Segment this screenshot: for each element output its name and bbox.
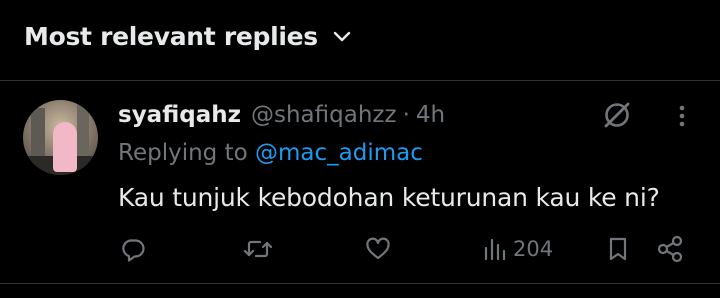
bookmark-button[interactable] [605,232,631,266]
sort-label: Most relevant replies [24,21,318,51]
like-button[interactable] [364,232,392,266]
replying-prefix: Replying to [118,140,248,166]
avatar[interactable] [23,100,98,175]
views-button[interactable]: 204 [483,232,553,266]
share-button[interactable] [655,232,685,266]
replying-to-line: Replying to @mac_adimac [118,140,423,166]
retweet-button[interactable] [243,232,273,266]
views-count: 204 [513,237,554,261]
timestamp[interactable]: 4h [416,102,445,128]
views-chart-icon [484,238,506,261]
reply-icon [122,239,145,262]
chevron-down-icon [333,31,351,42]
display-name[interactable]: syafiqahz [118,102,241,128]
more-vertical-icon[interactable] [668,102,696,130]
reply-text: Kau tunjuk kebodohan keturunan kau ke ni… [118,183,660,212]
reply-meta: syafiqahz @shafiqahzz · 4h [118,99,445,131]
separator-dot: · [402,102,410,128]
heart-icon [366,237,390,260]
share-icon [657,235,683,263]
reply-button[interactable] [119,232,147,266]
replying-to-mention[interactable]: @mac_adimac [255,140,423,166]
grok-icon[interactable] [600,98,634,132]
divider [0,283,720,284]
bookmark-icon [609,237,627,261]
action-bar: 204 [0,232,720,266]
replies-header: Most relevant replies [0,0,720,81]
user-handle[interactable]: @shafiqahzz [251,102,397,128]
sort-replies-button[interactable]: Most relevant replies [24,18,352,54]
retweet-icon [243,240,273,258]
